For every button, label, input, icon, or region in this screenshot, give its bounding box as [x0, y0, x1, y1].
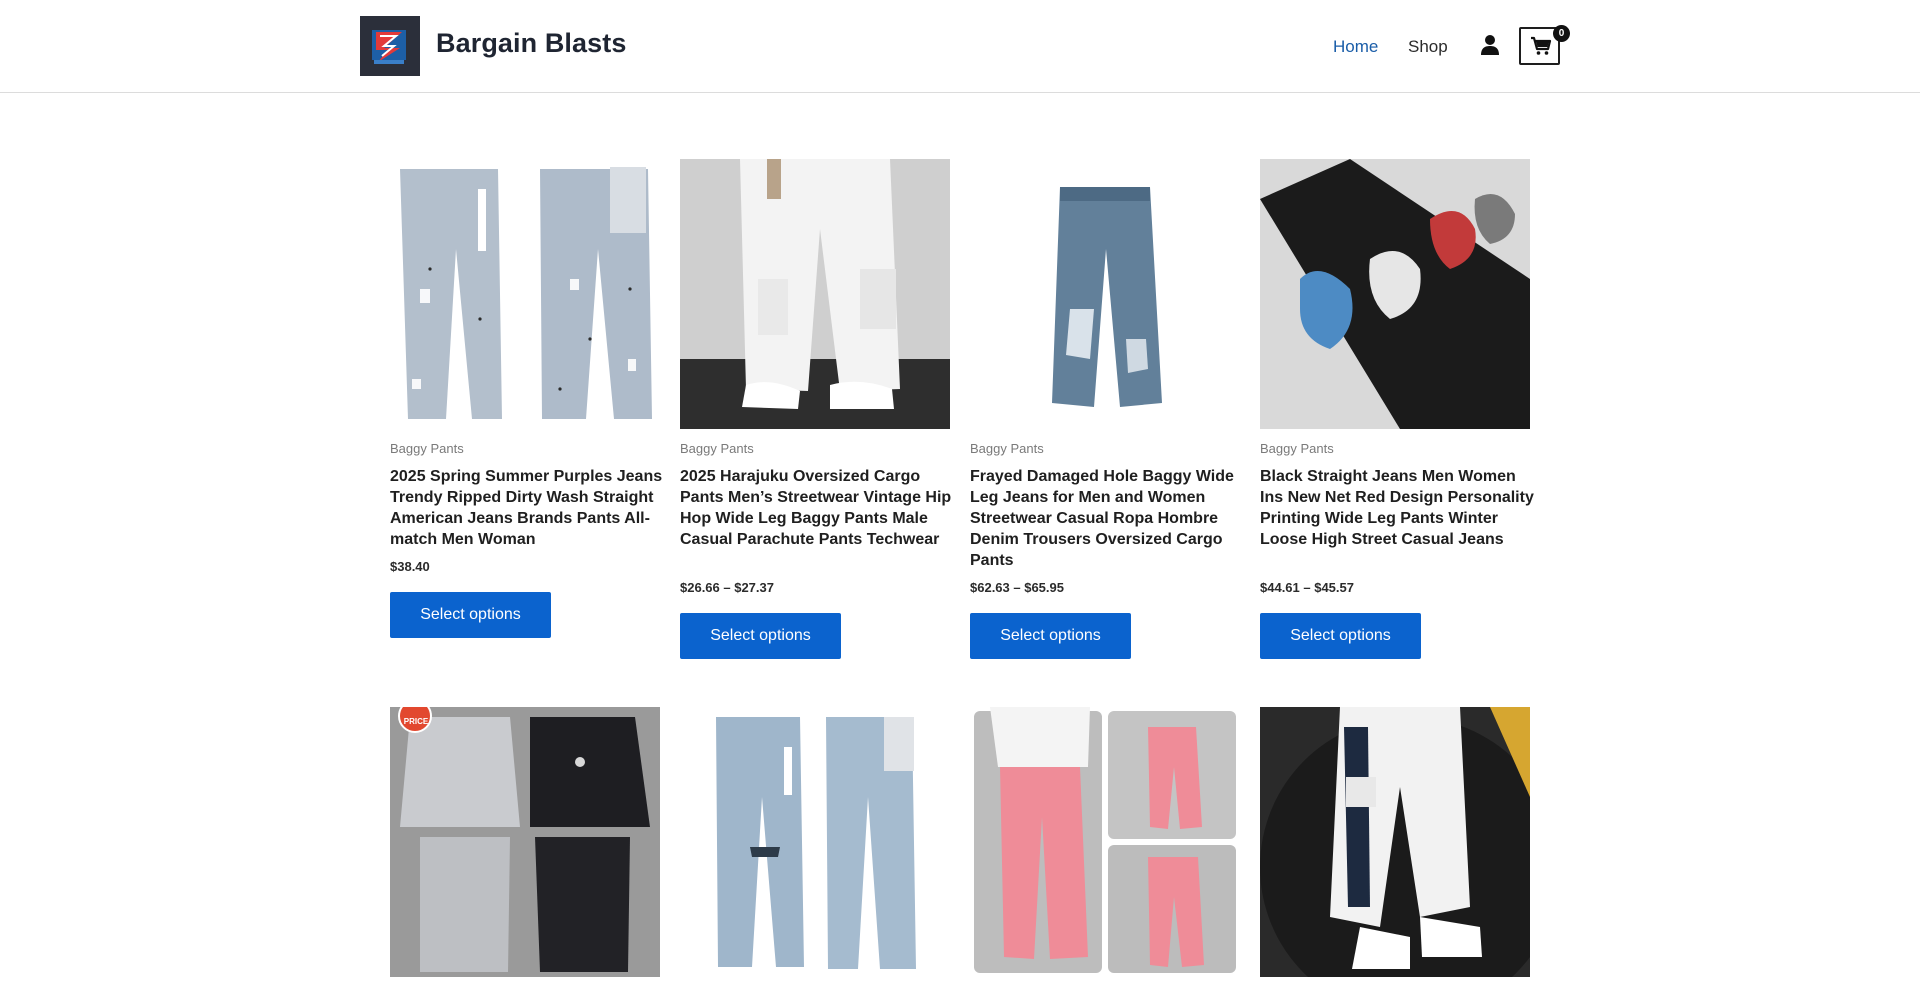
logo-mark-icon — [360, 16, 420, 76]
product-image[interactable] — [680, 159, 950, 429]
select-options-button[interactable]: Select options — [970, 613, 1131, 659]
site-logo[interactable] — [360, 16, 420, 76]
product-image[interactable] — [1260, 707, 1530, 977]
price-badge-label: PRICE — [403, 717, 429, 726]
product-image[interactable] — [1260, 159, 1530, 429]
product-category[interactable]: Baggy Pants — [680, 441, 754, 456]
cart-icon — [1531, 36, 1552, 55]
product-title[interactable]: Frayed Damaged Hole Baggy Wide Leg Jeans… — [970, 466, 1245, 571]
product-image[interactable]: PRICE — [390, 707, 660, 977]
product-price: $44.61 – $45.57 — [1260, 580, 1354, 595]
product-image[interactable] — [970, 159, 1240, 429]
product-category[interactable]: Baggy Pants — [390, 441, 464, 456]
select-options-button[interactable]: Select options — [1260, 613, 1421, 659]
nav-home-link[interactable]: Home — [1333, 37, 1378, 57]
product-price: $38.40 — [390, 559, 430, 574]
product-image[interactable] — [390, 159, 660, 429]
product-title[interactable]: 2025 Spring Summer Purples Jeans Trendy … — [390, 466, 665, 550]
cart-count-badge: 0 — [1553, 25, 1570, 42]
product-price: $62.63 – $65.95 — [970, 580, 1064, 595]
product-price: $26.66 – $27.37 — [680, 580, 774, 595]
product-category[interactable]: Baggy Pants — [970, 441, 1044, 456]
site-header: Bargain Blasts Home Shop 0 — [0, 0, 1920, 93]
select-options-button[interactable]: Select options — [680, 613, 841, 659]
product-image[interactable] — [680, 707, 950, 977]
site-title[interactable]: Bargain Blasts — [436, 28, 626, 59]
product-category[interactable]: Baggy Pants — [1260, 441, 1334, 456]
cart-button[interactable]: 0 — [1519, 25, 1570, 65]
product-title[interactable]: Black Straight Jeans Men Women Ins New N… — [1260, 466, 1535, 550]
product-image[interactable] — [970, 707, 1240, 977]
account-icon[interactable] — [1480, 34, 1500, 56]
select-options-button[interactable]: Select options — [390, 592, 551, 638]
product-title[interactable]: 2025 Harajuku Oversized Cargo Pants Men’… — [680, 466, 955, 550]
nav-shop-link[interactable]: Shop — [1408, 37, 1448, 57]
